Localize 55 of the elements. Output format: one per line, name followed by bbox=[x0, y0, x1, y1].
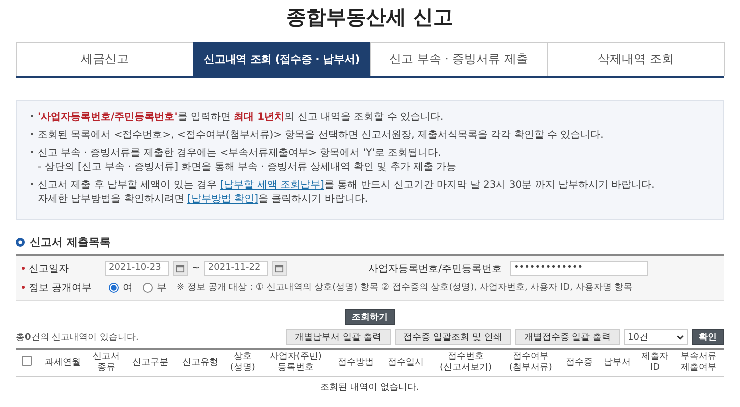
column-header: 납부서 bbox=[598, 349, 636, 376]
column-header: 사업자(주민) 등록번호 bbox=[260, 349, 332, 376]
result-count: 총0건의 신고내역이 있습니다. bbox=[16, 332, 139, 344]
action-button[interactable]: 접수증 일괄조회 및 인쇄 bbox=[394, 329, 512, 345]
required-icon bbox=[22, 267, 25, 270]
date-field[interactable]: 2021-11-22 bbox=[204, 261, 268, 276]
calendar-icon[interactable] bbox=[173, 261, 188, 276]
field-label: 사업자등록번호/주민등록번호 bbox=[368, 262, 502, 276]
search-button[interactable]: 조회하기 bbox=[345, 309, 395, 325]
empty-message: 조회된 내역이 없습니다. bbox=[320, 382, 420, 392]
notice-text: 자세한 납부방법을 확인하시려면 [납부방법 확인]을 클릭하시기 바랍니다. bbox=[37, 193, 368, 207]
column-header: 접수증 bbox=[560, 349, 598, 376]
radio-label[interactable]: 부 bbox=[157, 280, 167, 294]
input-field[interactable]: ••••••••••••• bbox=[510, 261, 648, 276]
action-button[interactable]: 개별접수증 일괄 출력 bbox=[515, 329, 620, 345]
column-header: 신고서 종류 bbox=[88, 349, 126, 376]
column-header: 제출자 ID bbox=[636, 349, 674, 376]
column-header: 부속서류 제출여부 bbox=[674, 349, 724, 376]
tab[interactable]: 세금신고 bbox=[16, 42, 194, 76]
column-header: 접수방법 bbox=[331, 349, 381, 376]
notice-text: - 상단의 [신고 부속 · 증빙서류] 화면을 통해 부속 · 증빙서류 상세내역 확인 및 추가 제출 가능 bbox=[37, 161, 457, 175]
confirm-button[interactable]: 확인 bbox=[692, 329, 724, 345]
page-title: 종합부동산세 신고 bbox=[286, 4, 454, 31]
radio-button[interactable] bbox=[109, 282, 119, 292]
notice-text: 신고서 제출 후 납부할 세액이 있는 경우 [납부할 세액 조회납부]를 통해 반드시 신고기간 마지막 날 23시 30분 까지 납부하시기 바랍니다. bbox=[31, 179, 655, 193]
action-button[interactable]: 개별납부서 일괄 출력 bbox=[286, 329, 391, 345]
radio-label[interactable]: 여 bbox=[123, 280, 133, 294]
section-title: 신고서 제출목록 bbox=[30, 234, 111, 250]
radio-button[interactable] bbox=[143, 282, 153, 292]
tab[interactable]: 신고내역 조회 (접수증 · 납부서) bbox=[193, 42, 371, 76]
tab[interactable]: 삭제내역 조회 bbox=[547, 42, 725, 76]
column-header: 접수번호 (신고서보기) bbox=[430, 349, 502, 376]
column-header: 과세연월 bbox=[38, 349, 88, 376]
page-size-dropdown[interactable]: 10건 bbox=[624, 329, 688, 345]
notice-text: 조회된 목록에서 <접수번호>, <접수여부(첨부서류)> 항목을 선택하면 신고서원장, 제출서식목록을 각각 확인할 수 있습니다. bbox=[31, 129, 604, 143]
column-header: 신고유형 bbox=[175, 349, 226, 376]
link[interactable]: [납부할 세액 조회납부] bbox=[220, 180, 324, 191]
date-field[interactable]: 2021-10-23 bbox=[105, 261, 169, 276]
notice-text: 신고 부속 · 증빙서류를 제출한 경우에는 <부속서류제출여부> 항목에서 'Y'로 조회됩니다. bbox=[31, 147, 442, 161]
calendar-icon[interactable] bbox=[272, 261, 288, 276]
required-icon bbox=[22, 286, 25, 289]
chevron-down-icon bbox=[677, 334, 684, 340]
column-header: 신고구분 bbox=[126, 349, 176, 376]
field-label: 신고일자 bbox=[29, 262, 70, 276]
range-separator: ~ bbox=[192, 263, 200, 274]
section-bullet-icon bbox=[16, 238, 25, 246]
checkbox[interactable] bbox=[22, 356, 32, 366]
column-header: 상호 (성명) bbox=[225, 349, 261, 376]
tab[interactable]: 신고 부속 · 증빙서류 제출 bbox=[370, 42, 548, 76]
column-header: 접수여부 (첨부서류) bbox=[501, 349, 560, 376]
column-header: 접수일시 bbox=[380, 349, 431, 376]
field-label: 정보 공개여부 bbox=[29, 282, 94, 294]
notice-text: '사업자등록번호/주민등록번호'를 입력하면 최대 1년치의 신고 내역을 조회할 수 있습니다. bbox=[31, 111, 444, 125]
link[interactable]: [납부방법 확인] bbox=[188, 194, 259, 205]
disclosure-note: ※ 정보 공개 대상 : ① 신고내역의 상호(성명) 항목 ② 접수증의 상호(성명), 사업자번호, 사용자 ID, 사용자명 항목 bbox=[177, 282, 633, 294]
